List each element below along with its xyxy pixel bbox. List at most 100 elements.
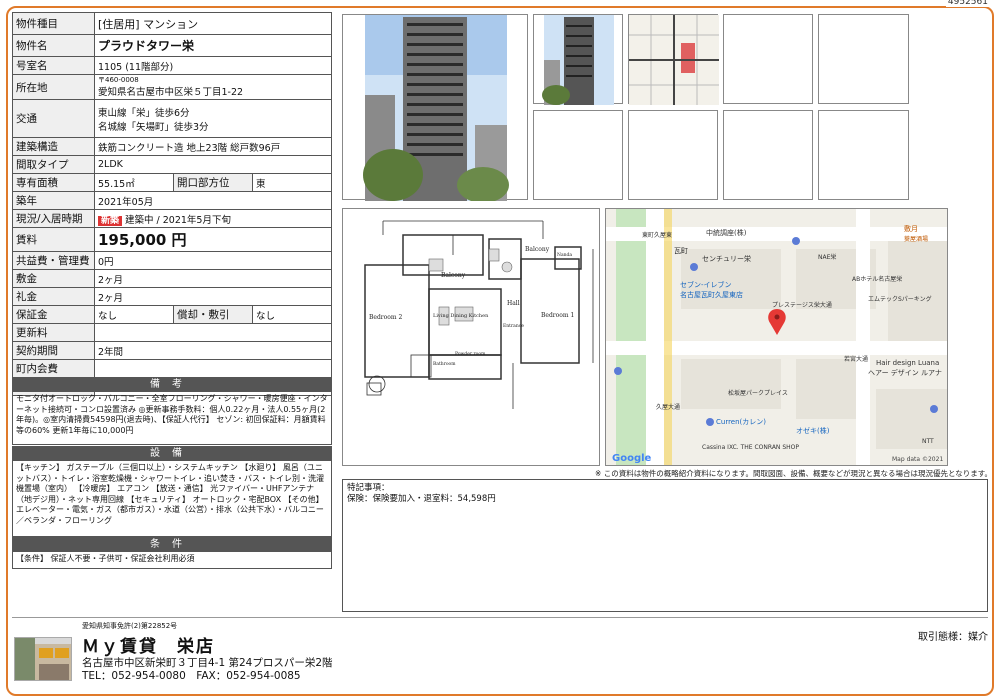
footer-divider xyxy=(12,617,988,618)
status-cell: 新築 建築中 / 2021年5月下旬 xyxy=(94,209,332,228)
map-label-16: Cassina IXC. THE CONRAN SHOP xyxy=(702,444,799,451)
layout-value: 2LDK xyxy=(94,155,332,174)
remarks-heading: 備考 xyxy=(13,378,331,392)
direction-label: 開口部方位 xyxy=(173,173,253,192)
map-poi-icon-2 xyxy=(792,237,800,245)
contract-value: 2年間 xyxy=(94,341,332,360)
address-value: 愛知県名古屋市中区栄５丁目1-22 xyxy=(98,87,244,98)
status-label: 現況/入居時期 xyxy=(12,209,95,228)
empty-photo-slot-6 xyxy=(818,110,909,200)
map-label-7: NAE栄 xyxy=(818,253,836,261)
property-name: プラウドタワー栄 xyxy=(94,34,332,57)
license-number: 愛知県知事免許(2)第22852号 xyxy=(82,622,178,630)
storefront-image xyxy=(15,638,71,680)
map-label-3: 東町久屋東 xyxy=(642,231,672,239)
fp-hall-label: Hall xyxy=(507,300,520,307)
map-label-9: エムテックSパーキング xyxy=(868,295,932,303)
special-notes-body: 保険：保険要加入・退室料：54,598円 xyxy=(347,494,496,504)
map-poi-icon-1 xyxy=(690,263,698,271)
structure-label: 建築構造 xyxy=(12,137,95,156)
access-line-2: 名城線「矢場町」徒歩3分 xyxy=(98,121,209,133)
map-label-18: 久屋大通 xyxy=(656,403,680,411)
floor-plan[interactable]: Balcony Balcony Bedroom 2 Bedroom 1 Livi… xyxy=(342,208,600,466)
empty-photo-slot-4 xyxy=(628,110,718,200)
guarantee-value: なし xyxy=(94,305,174,324)
access-cell: 東山線「栄」徒歩6分名城線「矢場町」徒歩3分 xyxy=(94,99,332,138)
special-notes-box: 特記事項： 保険：保険要加入・退室料：54,598円 xyxy=(342,479,988,612)
conditions-box: 条件 【条件】 保証人不要・子供可・保証会社利用必須 xyxy=(12,537,332,569)
fp-bedroom2-label: Bedroom 2 xyxy=(369,314,402,321)
status-value: 建築中 / 2021年5月下旬 xyxy=(125,214,231,226)
map-label-14: Curren(カレン) xyxy=(716,418,766,426)
map-label-17: NTT xyxy=(922,438,934,445)
guarantee-label: 保証金 xyxy=(12,305,95,324)
built-label: 築年 xyxy=(12,191,95,210)
location-map[interactable]: 中統調座(株) 瓦町 東町久屋東 セブン-イレブン 名古屋瓦町久屋東店 センチュ… xyxy=(605,208,948,466)
address-cell: 〒460-0008 愛知県名古屋市中区栄５丁目1-22 xyxy=(94,74,332,100)
map-label-20: 敷月 xyxy=(904,224,918,233)
map-label-15: オゼキ(株) xyxy=(796,426,830,435)
map-label-4: セブン-イレブン xyxy=(680,280,732,289)
shop-photo xyxy=(14,637,72,681)
contract-label: 契約期間 xyxy=(12,341,95,360)
map-label-10: プレステージス栄大通 xyxy=(772,301,832,309)
conditions-heading: 条件 xyxy=(13,538,331,552)
map-label-2: 瓦町 xyxy=(674,247,688,255)
facilities-box: 設備 【キッチン】 ガステーブル（三個口以上）・システムキッチン 【水廻り】 風… xyxy=(12,446,332,537)
room-label: 号室名 xyxy=(12,56,95,75)
disclaimer-text: ※ この資料は物件の概略紹介資料になります。間取図面、設備、概要などが現況と異な… xyxy=(595,469,992,478)
key-money-label: 礼金 xyxy=(12,287,95,306)
access-label: 交通 xyxy=(12,99,95,138)
document-id: 4952561 xyxy=(945,0,990,7)
empty-photo-slot-5 xyxy=(723,110,813,200)
company-name: Ｍｙ賃貸 栄店 xyxy=(82,637,215,657)
google-logo: Google xyxy=(612,453,652,464)
fee-value: 0円 xyxy=(94,251,332,270)
built-value: 2021年05月 xyxy=(94,191,332,210)
fp-powder-label: Powder room xyxy=(455,351,486,357)
facilities-body: 【キッチン】 ガステーブル（三個口以上）・システムキッチン 【水廻り】 風呂（ユ… xyxy=(16,463,324,525)
fp-entrance-label: Entrance xyxy=(503,323,524,329)
deposit-label: 敷金 xyxy=(12,269,95,288)
address-label: 所在地 xyxy=(12,74,95,100)
map-poi-icon-5 xyxy=(614,367,622,375)
town-fee-label: 町内会費 xyxy=(12,359,95,378)
remarks-box: 備考 モニタ付オートロック・バルコニー・全室フローリング・シャワー・暖房便座・イ… xyxy=(12,377,332,445)
map-label-8: ABホテル名古屋栄 xyxy=(852,275,902,283)
fp-balcony2-label: Balcony xyxy=(525,246,550,253)
renewal-label: 更新料 xyxy=(12,323,95,342)
map-poi-icon-3 xyxy=(706,418,714,426)
shikibiki-label: 償却・敷引 xyxy=(173,305,253,324)
fp-nanda-label: Nanda xyxy=(557,252,572,258)
access-line-1: 東山線「栄」徒歩6分 xyxy=(98,107,190,119)
map-label-6: センチュリー栄 xyxy=(702,254,751,263)
empty-photo-slot-1 xyxy=(723,14,813,104)
zip-code: 〒460-0008 xyxy=(98,76,139,84)
fp-bedroom1-label: Bedroom 1 xyxy=(541,312,574,319)
area-map-thumbnail[interactable] xyxy=(628,14,719,105)
empty-photo-slot-3 xyxy=(533,110,623,200)
map-poi-icon-4 xyxy=(930,405,938,413)
fee-label: 共益費・管理費 xyxy=(12,251,95,270)
renewal-value xyxy=(94,323,332,342)
map-attribution: Map data ©2021 xyxy=(892,456,943,463)
rent-value: 195,000 円 xyxy=(94,227,332,252)
transaction-type: 取引態様：媒介 xyxy=(918,632,988,643)
company-phone-fax: TEL：052-954-0080 FAX：052-954-0085 xyxy=(82,670,301,682)
building-exterior-photo[interactable] xyxy=(342,14,528,203)
map-label-13: 松坂屋パークプレイス xyxy=(728,389,788,397)
tower-photo-image xyxy=(363,15,509,203)
area-label: 専有面積 xyxy=(12,173,95,192)
conditions-body: 【条件】 保証人不要・子供可・保証会社利用必須 xyxy=(16,554,195,563)
property-spec-table: 物件種目 [住居用] マンション 物件名 プラウドタワー栄 号室名 1105 (11階… xyxy=(12,12,332,396)
rent-label: 賃料 xyxy=(12,227,95,252)
name-label: 物件名 xyxy=(12,34,95,57)
room-value: 1105 (11階部分) xyxy=(94,56,332,75)
building-thumbnail[interactable] xyxy=(533,14,623,105)
deposit-value: 2ヶ月 xyxy=(94,269,332,288)
fp-ldk-label: Living Dining Kitchen xyxy=(433,313,489,319)
shikibiki-value: なし xyxy=(252,305,332,324)
floor-plan-drawing: Balcony Balcony Bedroom 2 Bedroom 1 Livi… xyxy=(364,220,594,409)
layout-label: 間取タイプ xyxy=(12,155,95,174)
fp-bathroom-label: Bathroom xyxy=(433,361,456,367)
